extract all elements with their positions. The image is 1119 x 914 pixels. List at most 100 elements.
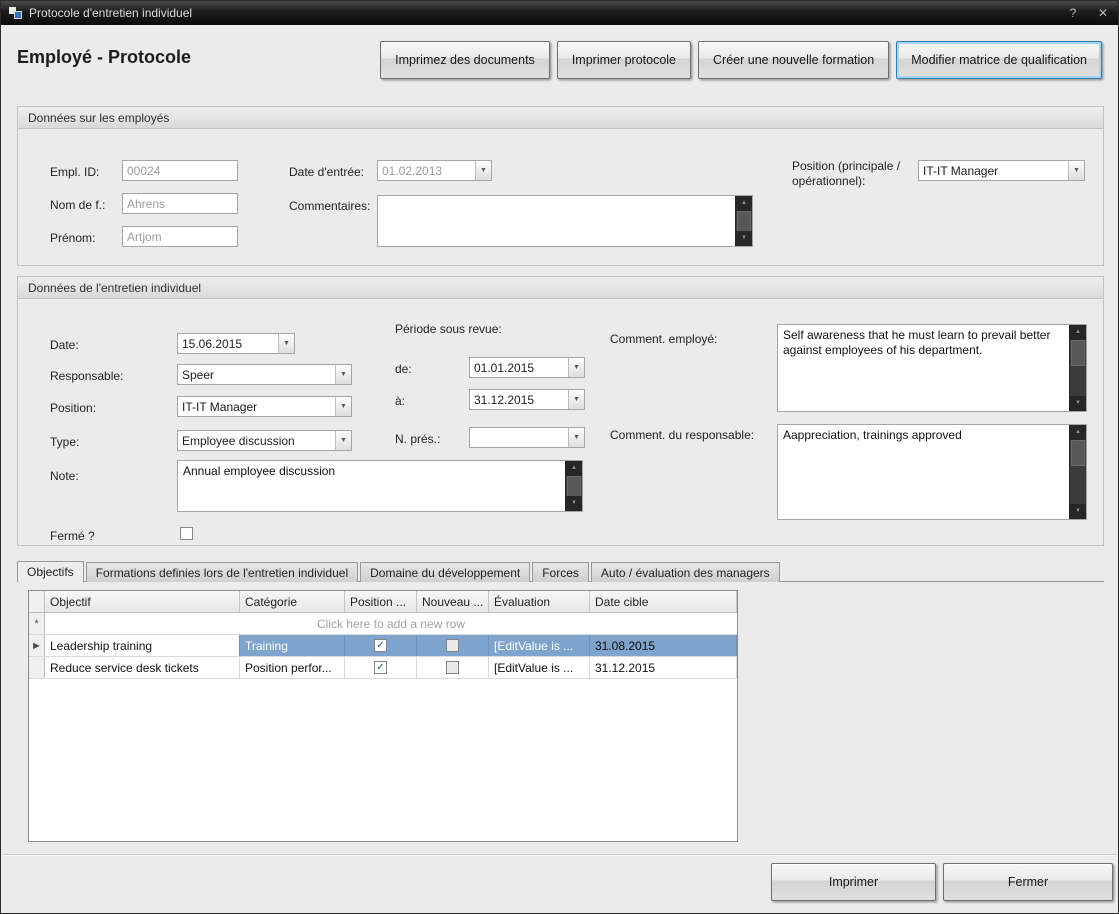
scroll-up-icon[interactable]: ▲ xyxy=(736,196,752,211)
first-name-field[interactable]: Artjom xyxy=(122,226,238,247)
cell-evaluation[interactable]: [EditValue is ... xyxy=(489,657,590,678)
cell-date-cible[interactable]: 31.08.2015 xyxy=(590,635,737,656)
periode-a-picker[interactable]: 31.12.2015 ▼ xyxy=(469,389,585,410)
print-documents-button[interactable]: Imprimez des documents xyxy=(380,41,550,79)
comment-responsable-label: Comment. du responsable: xyxy=(610,428,754,442)
checkbox-unchecked-icon[interactable] xyxy=(446,661,459,674)
scrollbar[interactable]: ▲ ▼ xyxy=(1069,425,1086,519)
chevron-down-icon[interactable]: ▼ xyxy=(335,397,351,416)
interview-group-title: Données de l'entretien individuel xyxy=(18,277,1103,299)
scrollbar[interactable]: ▲ ▼ xyxy=(1069,325,1086,411)
chevron-down-icon[interactable]: ▼ xyxy=(1068,161,1084,180)
close-button[interactable]: ✕ xyxy=(1096,6,1110,20)
checkbox-checked-icon[interactable]: ✓ xyxy=(374,661,387,674)
de-label: de: xyxy=(395,362,412,376)
date-label: Date: xyxy=(50,338,79,352)
row-indicator xyxy=(29,657,45,678)
column-header-objectif[interactable]: Objectif xyxy=(45,591,240,612)
employee-data-group: Données sur les employés Empl. ID: 00024… xyxy=(17,106,1104,266)
note-textarea[interactable]: Annual employee discussion ▲ ▼ xyxy=(177,460,583,512)
scroll-down-icon[interactable]: ▼ xyxy=(736,231,752,246)
comment-responsable-textarea[interactable]: Aappreciation, trainings approved ▲ ▼ xyxy=(777,424,1087,520)
entry-date-picker[interactable]: 01.02.2013 ▼ xyxy=(377,160,492,181)
cell-nouveau-check[interactable] xyxy=(417,657,489,678)
responsable-dropdown[interactable]: Speer ▼ xyxy=(177,364,352,385)
cell-nouveau-check[interactable] xyxy=(417,635,489,656)
tab-objectifs[interactable]: Objectifs xyxy=(17,561,84,583)
cell-objectif[interactable]: Leadership training xyxy=(45,635,240,656)
cell-objectif[interactable]: Reduce service desk tickets xyxy=(45,657,240,678)
modify-qualification-matrix-button[interactable]: Modifier matrice de qualification xyxy=(896,41,1102,79)
periode-de-picker[interactable]: 01.01.2015 ▼ xyxy=(469,357,585,378)
last-name-field[interactable]: Ahrens xyxy=(122,193,238,214)
scroll-down-icon[interactable]: ▼ xyxy=(566,496,582,511)
column-header-position[interactable]: Position ... xyxy=(345,591,417,612)
chevron-down-icon[interactable]: ▼ xyxy=(568,428,584,447)
scroll-down-icon[interactable]: ▼ xyxy=(1070,504,1086,519)
chevron-down-icon[interactable]: ▼ xyxy=(568,390,584,409)
cell-date-cible[interactable]: 31.12.2015 xyxy=(590,657,737,678)
position-label: Position: xyxy=(50,401,96,415)
employee-group-title: Données sur les employés xyxy=(18,107,1103,129)
ferme-checkbox[interactable] xyxy=(180,527,193,540)
checkbox-checked-icon[interactable]: ✓ xyxy=(374,639,387,652)
type-dropdown[interactable]: Employee discussion ▼ xyxy=(177,430,352,451)
column-header-nouveau[interactable]: Nouveau ... xyxy=(417,591,489,612)
title-bar: Protocole d'entretien individuel ? ✕ xyxy=(1,1,1118,25)
comment-employe-label: Comment. employé: xyxy=(610,332,717,346)
create-training-button[interactable]: Créer une nouvelle formation xyxy=(698,41,889,79)
position-main-dropdown[interactable]: IT-IT Manager ▼ xyxy=(918,160,1085,181)
checkbox-unchecked-icon[interactable] xyxy=(446,639,459,652)
objectives-grid: Objectif Catégorie Position ... Nouveau … xyxy=(28,590,738,842)
chevron-down-icon[interactable]: ▼ xyxy=(475,161,491,180)
first-name-label: Prénom: xyxy=(50,231,95,245)
cell-position-check[interactable]: ✓ xyxy=(345,657,417,678)
ferme-label: Fermé ? xyxy=(50,529,95,543)
scroll-thumb[interactable] xyxy=(1071,440,1085,466)
scroll-down-icon[interactable]: ▼ xyxy=(1070,396,1086,411)
tab-forces[interactable]: Forces xyxy=(532,562,589,582)
window-title: Protocole d'entretien individuel xyxy=(29,6,192,20)
scroll-up-icon[interactable]: ▲ xyxy=(1070,325,1086,340)
new-row[interactable]: * Click here to add a new row xyxy=(29,613,737,635)
column-header-evaluation[interactable]: Évaluation xyxy=(489,591,590,612)
new-row-hint[interactable]: Click here to add a new row xyxy=(45,613,737,634)
tab-formations[interactable]: Formations definies lors de l'entretien … xyxy=(86,562,358,582)
scroll-up-icon[interactable]: ▲ xyxy=(1070,425,1086,440)
app-window: Protocole d'entretien individuel ? ✕ Emp… xyxy=(0,0,1119,914)
date-picker[interactable]: 15.06.2015 ▼ xyxy=(177,333,295,354)
cell-position-check[interactable]: ✓ xyxy=(345,635,417,656)
imprimer-button[interactable]: Imprimer xyxy=(771,863,936,901)
position-dropdown[interactable]: IT-IT Manager ▼ xyxy=(177,396,352,417)
empl-id-field[interactable]: 00024 xyxy=(122,160,238,181)
scrollbar[interactable]: ▲ ▼ xyxy=(735,196,752,246)
n-pres-dropdown[interactable]: ▼ xyxy=(469,427,585,448)
scrollbar[interactable]: ▲ ▼ xyxy=(565,461,582,511)
chevron-down-icon[interactable]: ▼ xyxy=(335,431,351,450)
print-protocol-button[interactable]: Imprimer protocole xyxy=(557,41,691,79)
chevron-down-icon[interactable]: ▼ xyxy=(278,334,294,353)
note-label: Note: xyxy=(50,469,79,483)
comment-employe-textarea[interactable]: Self awareness that he must learn to pre… xyxy=(777,324,1087,412)
table-row[interactable]: ► Leadership training Training ✓ [EditVa… xyxy=(29,635,737,657)
scroll-up-icon[interactable]: ▲ xyxy=(566,461,582,476)
fermer-button[interactable]: Fermer xyxy=(943,863,1113,901)
table-row[interactable]: Reduce service desk tickets Position per… xyxy=(29,657,737,679)
help-button[interactable]: ? xyxy=(1066,6,1080,20)
tab-domaine-developpement[interactable]: Domaine du développement xyxy=(360,562,530,582)
tab-auto-evaluation[interactable]: Auto / évaluation des managers xyxy=(591,562,780,582)
current-row-indicator-icon: ► xyxy=(29,635,45,656)
chevron-down-icon[interactable]: ▼ xyxy=(335,365,351,384)
last-name-label: Nom de f.: xyxy=(50,198,105,212)
row-indicator-header xyxy=(29,591,45,612)
cell-evaluation[interactable]: [EditValue is ... xyxy=(489,635,590,656)
header: Employé - Protocole Imprimez des documen… xyxy=(1,25,1118,91)
scroll-thumb[interactable] xyxy=(1071,340,1085,366)
chevron-down-icon[interactable]: ▼ xyxy=(568,358,584,377)
comments-textarea[interactable]: ▲ ▼ xyxy=(377,195,753,247)
cell-categorie[interactable]: Training xyxy=(240,635,345,656)
column-header-date-cible[interactable]: Date cible xyxy=(590,591,737,612)
tab-strip: Objectifs Formations definies lors de l'… xyxy=(17,560,782,582)
column-header-categorie[interactable]: Catégorie xyxy=(240,591,345,612)
cell-categorie[interactable]: Position perfor... xyxy=(240,657,345,678)
